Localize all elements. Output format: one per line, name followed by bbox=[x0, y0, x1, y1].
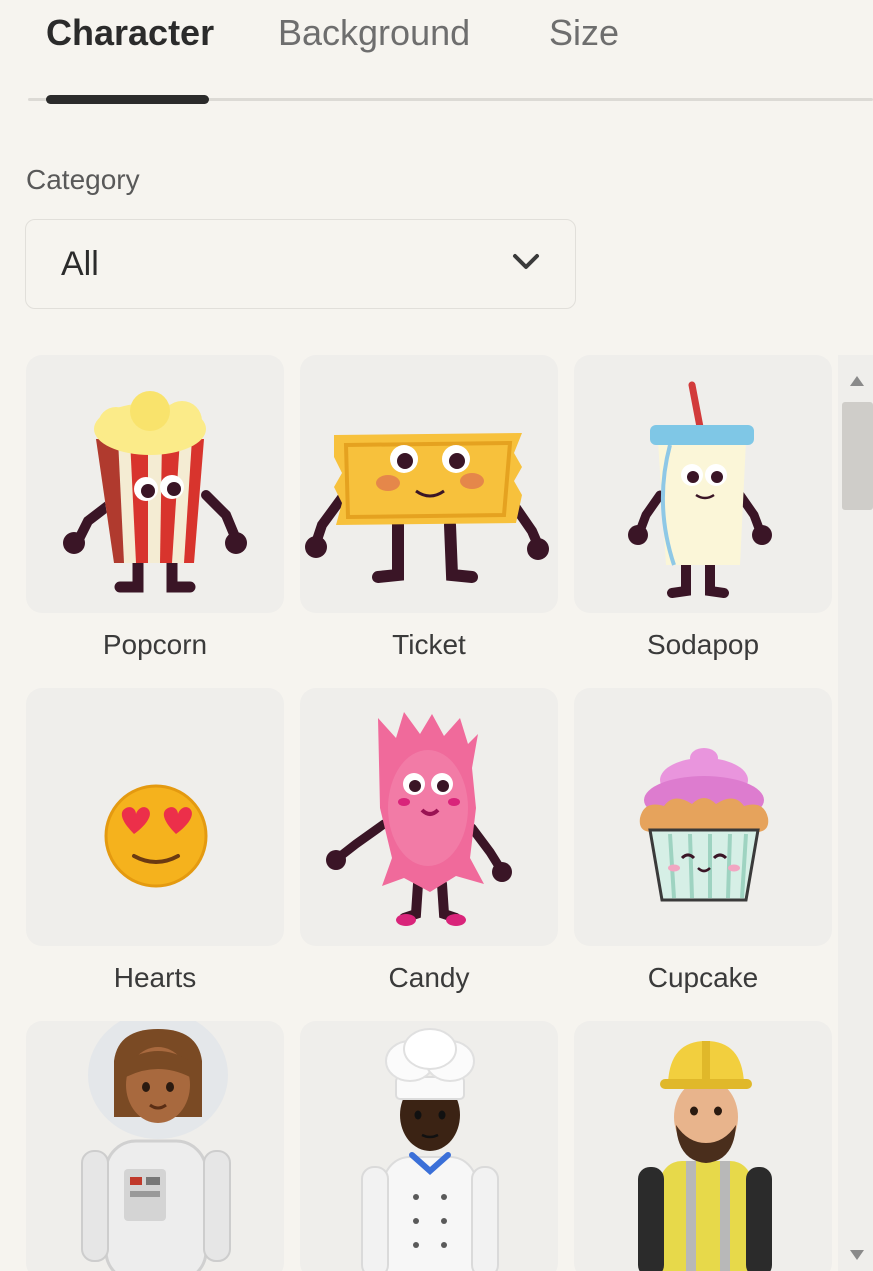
category-dropdown[interactable]: All bbox=[25, 219, 576, 309]
category-label: Category bbox=[26, 164, 140, 195]
character-card-sodapop[interactable] bbox=[574, 355, 832, 613]
character-label-popcorn: Popcorn bbox=[102, 629, 208, 660]
active-tab-indicator bbox=[46, 95, 209, 104]
tab-background[interactable]: Background bbox=[278, 8, 470, 58]
sodapop-character-icon bbox=[628, 381, 772, 598]
scroll-up-arrow-icon[interactable] bbox=[848, 374, 866, 388]
character-card-candy[interactable] bbox=[300, 688, 558, 946]
scrollbar-thumb[interactable] bbox=[842, 402, 873, 510]
astronaut-character-icon bbox=[81, 1021, 231, 1271]
tab-size[interactable]: Size bbox=[549, 8, 619, 58]
character-label-cupcake: Cupcake bbox=[647, 962, 759, 993]
chef-character-icon bbox=[361, 1028, 499, 1271]
character-grid: Popcorn Ticket Sodapop Hearts Candy Cupc… bbox=[0, 355, 840, 1271]
character-card-hearts[interactable] bbox=[26, 688, 284, 946]
character-card-construction-worker[interactable] bbox=[574, 1021, 832, 1271]
cupcake-character-icon bbox=[639, 748, 769, 902]
character-label-sodapop: Sodapop bbox=[646, 629, 760, 660]
character-card-ticket[interactable] bbox=[300, 355, 558, 613]
character-card-chef[interactable] bbox=[300, 1021, 558, 1271]
ticket-character-icon bbox=[305, 433, 549, 583]
character-label-hearts: Hearts bbox=[113, 962, 197, 993]
character-label-candy: Candy bbox=[388, 962, 470, 993]
tab-character[interactable]: Character bbox=[46, 8, 214, 58]
character-label-ticket: Ticket bbox=[392, 629, 466, 660]
hearts-emoji-icon bbox=[104, 784, 208, 888]
character-card-cupcake[interactable] bbox=[574, 688, 832, 946]
character-card-popcorn[interactable] bbox=[26, 355, 284, 613]
construction-worker-character-icon bbox=[638, 1041, 772, 1271]
tab-bar: Character Background Size bbox=[0, 0, 873, 105]
popcorn-character-icon bbox=[63, 391, 247, 593]
scroll-down-arrow-icon[interactable] bbox=[848, 1248, 866, 1262]
character-card-astronaut[interactable] bbox=[26, 1021, 284, 1271]
candy-character-icon bbox=[326, 712, 512, 926]
category-selected-value: All bbox=[61, 245, 99, 283]
chevron-down-icon bbox=[513, 254, 539, 269]
